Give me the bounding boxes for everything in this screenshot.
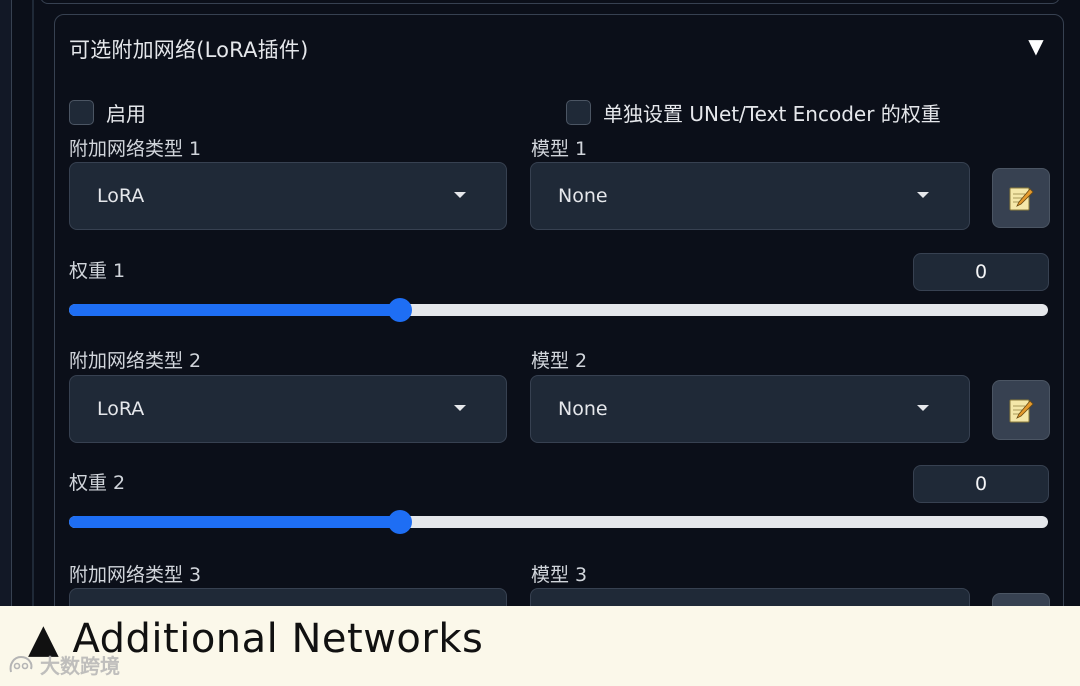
network-type-label: 附加网络类型 2: [69, 350, 202, 372]
chevron-down-icon: [917, 405, 929, 411]
model-label: 模型 1: [531, 138, 588, 160]
previous-panel-edge: [40, 0, 1060, 4]
network-type-value: LoRA: [97, 398, 145, 420]
weight-number-input[interactable]: 0: [913, 253, 1049, 291]
watermark-text: 大数跨境: [40, 654, 120, 678]
network-type-dropdown[interactable]: LoRA: [69, 162, 507, 230]
weight-number-input[interactable]: 0: [913, 465, 1049, 503]
model-label: 模型 3: [531, 564, 588, 586]
notepad-pencil-icon: [1009, 187, 1034, 211]
model-value: None: [558, 398, 608, 420]
model-dropdown[interactable]: None: [530, 162, 970, 230]
collapse-triangle-icon[interactable]: ▼: [1026, 36, 1046, 56]
separate-weights-label: 单独设置 UNet/Text Encoder 的权重: [603, 102, 941, 126]
network-type-dropdown[interactable]: LoRA: [69, 375, 507, 443]
panel-title: 可选附加网络(LoRA插件): [69, 38, 309, 62]
model-value: None: [558, 185, 608, 207]
notepad-pencil-icon: [1009, 399, 1034, 423]
weight-label: 权重 1: [69, 260, 126, 282]
watermark-logo-icon: [9, 655, 33, 672]
weight-label: 权重 2: [69, 472, 126, 494]
slider-fill: [69, 304, 400, 316]
network-type-label: 附加网络类型 3: [69, 564, 202, 586]
separate-weights-checkbox-row[interactable]: 单独设置 UNet/Text Encoder 的权重: [566, 98, 941, 127]
watermark: 大数跨境: [8, 650, 120, 679]
model-label: 模型 2: [531, 350, 588, 372]
outer-frame: [0, 0, 12, 606]
weight-slider[interactable]: [69, 298, 1048, 322]
edit-notepad-button[interactable]: [992, 380, 1050, 440]
chevron-down-icon: [454, 192, 466, 198]
slider-thumb[interactable]: [387, 510, 412, 534]
chevron-down-icon: [917, 192, 929, 198]
enable-checkbox-row[interactable]: 启用: [69, 98, 146, 127]
enable-checkbox[interactable]: [69, 100, 94, 125]
frame-divider: [32, 0, 34, 606]
edit-notepad-button[interactable]: [992, 168, 1050, 228]
model-dropdown[interactable]: None: [530, 375, 970, 443]
network-type-value: LoRA: [97, 185, 145, 207]
slider-thumb[interactable]: [387, 298, 412, 322]
separate-weights-checkbox[interactable]: [566, 100, 591, 125]
caption-band: ▲ Additional Networks 大数跨境: [0, 606, 1080, 686]
chevron-down-icon: [454, 405, 466, 411]
weight-slider[interactable]: [69, 510, 1048, 534]
network-type-label: 附加网络类型 1: [69, 138, 202, 160]
enable-label: 启用: [106, 102, 146, 126]
slider-fill: [69, 516, 400, 528]
